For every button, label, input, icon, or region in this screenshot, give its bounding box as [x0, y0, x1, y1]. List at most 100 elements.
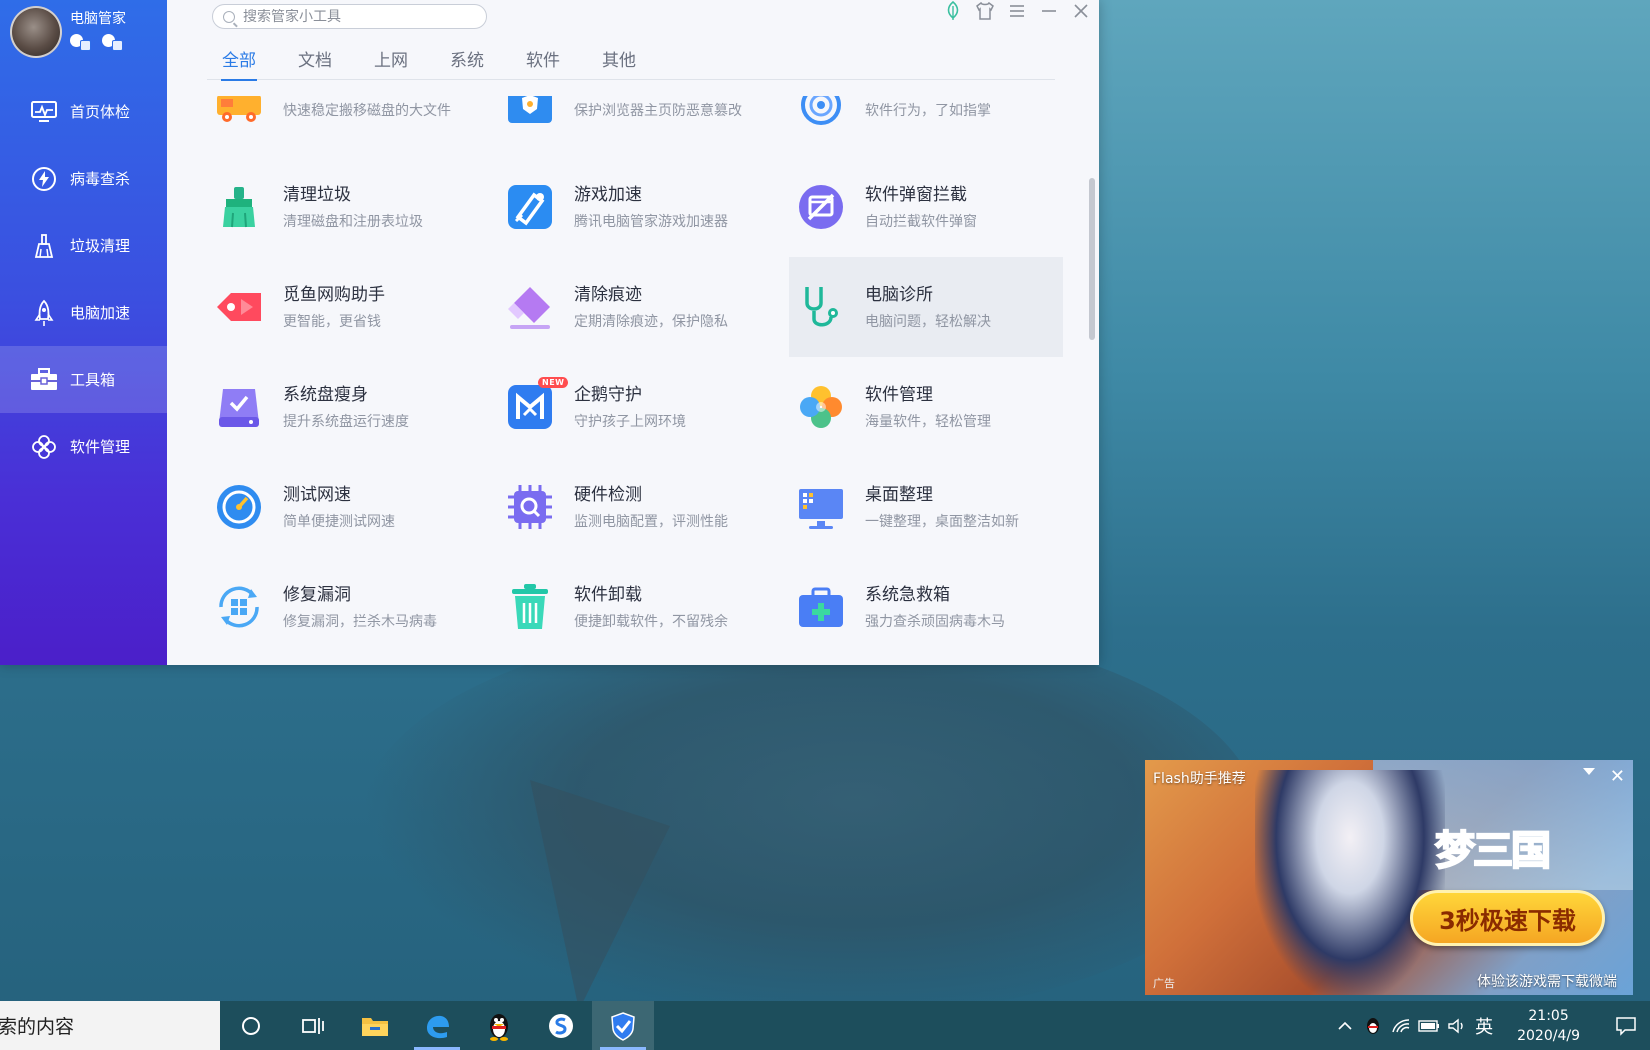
notification-button[interactable] — [1602, 1001, 1650, 1050]
leaf-icon[interactable] — [943, 1, 963, 21]
search-box[interactable] — [212, 4, 487, 29]
tools-grid: 快速稳定搬移磁盘的大文件 保护浏览器主页防恶意篡改 软件行为，了如指掌 清理垃圾… — [207, 96, 1080, 657]
taskbar-edge[interactable] — [406, 1001, 468, 1050]
tool-desc: 电脑问题，轻松解决 — [865, 313, 991, 330]
clover-icon — [30, 433, 58, 461]
tab-all[interactable]: 全部 — [207, 40, 271, 81]
minimize-icon[interactable] — [1039, 1, 1059, 21]
tool-item-pc-clinic[interactable]: 电脑诊所 电脑问题，轻松解决 — [789, 257, 1063, 357]
tool-item-file-move[interactable]: 快速稳定搬移磁盘的大文件 — [207, 96, 498, 157]
skin-shirt-icon[interactable] — [975, 1, 995, 21]
volume-icon[interactable] — [1443, 1001, 1471, 1050]
sidebar-item-junk-clean[interactable]: 垃圾清理 — [0, 212, 167, 279]
tool-item-software-manager[interactable]: 软件管理 海量软件，轻松管理 — [789, 357, 1080, 457]
chevron-down-icon[interactable] — [1583, 768, 1595, 775]
wechat-badge-icon[interactable] — [102, 34, 123, 51]
qq-tray-icon[interactable] — [1359, 1001, 1387, 1050]
badges — [70, 34, 126, 51]
tool-name: 清理垃圾 — [283, 184, 351, 205]
taskbar-search[interactable]: 索的内容 — [0, 1001, 220, 1050]
taskbar-search-text: 索的内容 — [0, 1016, 75, 1038]
tool-item-fix-vulnerabilities[interactable]: 修复漏洞 修复漏洞，拦杀木马病毒 — [207, 557, 498, 657]
taskbar-pc-manager[interactable] — [592, 1001, 654, 1050]
scrollbar[interactable] — [1089, 178, 1095, 340]
wifi-icon[interactable] — [1387, 1001, 1415, 1050]
tab-system[interactable]: 系统 — [435, 40, 499, 80]
tab-documents[interactable]: 文档 — [283, 40, 347, 80]
tool-name: 电脑诊所 — [865, 284, 933, 305]
chevron-up-icon[interactable] — [1331, 1001, 1359, 1050]
window-controls — [943, 0, 1091, 22]
tool-item-software-monitor[interactable]: 软件行为，了如指掌 — [789, 96, 1080, 157]
tool-text: 快速稳定搬移磁盘的大文件 — [283, 96, 451, 120]
tool-item-hardware-check[interactable]: 硬件检测 监测电脑配置，评测性能 — [498, 457, 789, 557]
tool-desc: 强力查杀顽固病毒木马 — [865, 613, 1005, 630]
tool-item-system-disk-slim[interactable]: 系统盘瘦身 提升系统盘运行速度 — [207, 357, 498, 457]
task-view-icon — [302, 1017, 324, 1034]
tool-desc: 快速稳定搬移磁盘的大文件 — [283, 102, 451, 119]
rocket-icon — [30, 299, 58, 327]
broom-icon — [30, 232, 58, 260]
tab-software[interactable]: 软件 — [511, 40, 575, 80]
sidebar-item-toolbox[interactable]: 工具箱 — [0, 346, 167, 413]
qq-badge-icon[interactable] — [70, 34, 91, 51]
tab-internet[interactable]: 上网 — [359, 40, 423, 80]
battery-icon[interactable] — [1415, 1001, 1443, 1050]
cortana-button[interactable] — [220, 1001, 282, 1050]
first-aid-icon — [795, 581, 847, 633]
tool-name: 测试网速 — [283, 484, 351, 505]
tool-item-clear-traces[interactable]: 清除痕迹 定期清除痕迹，保护隐私 — [498, 257, 789, 357]
tool-desc: 修复漏洞，拦杀木马病毒 — [283, 613, 437, 630]
sidebar-item-label: 垃圾清理 — [70, 237, 131, 255]
tool-item-uninstall[interactable]: 软件卸载 便捷卸载软件，不留残余 — [498, 557, 789, 657]
taskbar-qq[interactable] — [468, 1001, 530, 1050]
sidebar-item-virus-scan[interactable]: 病毒查杀 — [0, 145, 167, 212]
input-language[interactable]: 英 — [1475, 1013, 1493, 1039]
tool-desc: 清理磁盘和注册表垃圾 — [283, 213, 423, 230]
taskbar-file-explorer[interactable] — [344, 1001, 406, 1050]
task-view-button[interactable] — [282, 1001, 344, 1050]
tool-name: 软件管理 — [865, 384, 933, 405]
tool-item-penguin-guard[interactable]: NEW 企鹅守护 守护孩子上网环境 — [498, 357, 789, 457]
profile-info: 电脑管家 — [70, 8, 126, 51]
tool-item-homepage-guard[interactable]: 保护浏览器主页防恶意篡改 — [498, 96, 789, 157]
tool-item-game-boost[interactable]: 游戏加速 腾讯电脑管家游戏加速器 — [498, 157, 789, 257]
menu-icon[interactable] — [1007, 1, 1027, 21]
trash-icon — [504, 581, 556, 633]
tool-name: 系统盘瘦身 — [283, 384, 368, 405]
ad-source-label: Flash助手推荐 — [1153, 771, 1246, 787]
toolbox-icon — [30, 366, 58, 394]
search-icon — [223, 10, 235, 23]
sidebar-item-speedup[interactable]: 电脑加速 — [0, 279, 167, 346]
brand-name: 电脑管家 — [70, 11, 126, 27]
tool-text: 系统盘瘦身 提升系统盘运行速度 — [283, 384, 409, 431]
tool-name: 清除痕迹 — [574, 284, 642, 305]
ad-popup[interactable]: Flash助手推荐 梦三国 3秒极速下载 ✕ 广告 体验该游戏需下载微端 — [1145, 760, 1633, 995]
tool-item-speed-test[interactable]: 测试网速 简单便捷测试网速 — [207, 457, 498, 557]
sogou-icon — [549, 1013, 573, 1038]
sidebar-item-home-checkup[interactable]: 首页体检 — [0, 78, 167, 145]
tool-item-desktop-organize[interactable]: 桌面整理 一键整理，桌面整洁如新 — [789, 457, 1080, 557]
tool-text: 觅鱼网购助手 更智能，更省钱 — [283, 284, 385, 331]
tool-desc: 监测电脑配置，评测性能 — [574, 513, 728, 530]
sidebar: 电脑管家 首页体检 病毒查杀 垃圾清理 电脑加速 工具箱 软件管理 — [0, 0, 167, 665]
tool-item-popup-block[interactable]: 软件弹窗拦截 自动拦截软件弹窗 — [789, 157, 1080, 257]
ad-close-icon[interactable]: ✕ — [1610, 766, 1625, 787]
sidebar-item-software-manager[interactable]: 软件管理 — [0, 413, 167, 480]
tool-item-shopping-assistant[interactable]: 觅鱼网购助手 更智能，更省钱 — [207, 257, 498, 357]
ad-download-button[interactable]: 3秒极速下载 — [1410, 890, 1605, 946]
popup-block-icon — [795, 181, 847, 233]
folder-icon — [362, 1017, 388, 1036]
system-clock[interactable]: 21:05 2020/4/9 — [1517, 1006, 1580, 1046]
tool-text: 硬件检测 监测电脑配置，评测性能 — [574, 484, 728, 531]
tool-text: 保护浏览器主页防恶意篡改 — [574, 96, 742, 120]
taskbar-sogou[interactable] — [530, 1001, 592, 1050]
tab-other[interactable]: 其他 — [587, 40, 651, 80]
search-input[interactable] — [243, 8, 473, 25]
close-icon[interactable] — [1071, 1, 1091, 21]
tool-item-clean-junk[interactable]: 清理垃圾 清理磁盘和注册表垃圾 — [207, 157, 498, 257]
browser-shield-icon — [504, 96, 556, 133]
avatar[interactable] — [10, 6, 62, 58]
tool-text: 软件管理 海量软件，轻松管理 — [865, 384, 991, 431]
tool-item-rescue-kit[interactable]: 系统急救箱 强力查杀顽固病毒木马 — [789, 557, 1080, 657]
